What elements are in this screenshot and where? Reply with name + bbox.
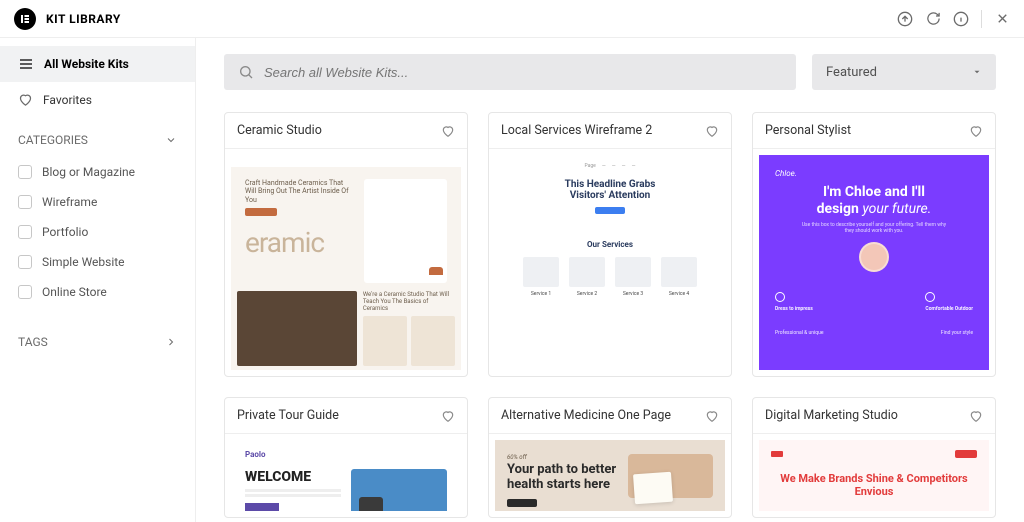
kit-title: Personal Stylist xyxy=(765,123,851,138)
avatar xyxy=(859,242,889,272)
checkbox[interactable] xyxy=(18,165,32,179)
filter-portfolio[interactable]: Portfolio xyxy=(0,217,195,247)
filter-simple[interactable]: Simple Website xyxy=(0,247,195,277)
kit-card[interactable]: Ceramic Studio Craft Handmade Ceramics T… xyxy=(224,112,468,377)
favorite-button[interactable] xyxy=(969,409,983,423)
kit-title: Private Tour Guide xyxy=(237,408,339,423)
checkbox[interactable] xyxy=(18,225,32,239)
info-icon[interactable] xyxy=(953,11,969,27)
caret-down-icon xyxy=(972,67,982,77)
kit-preview: Chloe. I'm Chloe and I'lldesign your fut… xyxy=(759,155,989,370)
section-label: CATEGORIES xyxy=(18,133,88,147)
favorite-button[interactable] xyxy=(705,124,719,138)
search-icon xyxy=(238,64,254,80)
kit-preview: Paolo WELCOME xyxy=(231,440,461,511)
kit-title: Ceramic Studio xyxy=(237,123,322,138)
kit-card[interactable]: Local Services Wireframe 2 Page———— This… xyxy=(488,112,732,377)
close-icon[interactable] xyxy=(994,11,1010,27)
upload-icon[interactable] xyxy=(897,11,913,27)
kit-card[interactable]: Alternative Medicine One Page 60% off Yo… xyxy=(488,397,732,518)
kit-title: Local Services Wireframe 2 xyxy=(501,123,652,138)
page-title: KIT LIBRARY xyxy=(46,12,121,26)
elementor-logo xyxy=(14,8,36,30)
checkbox[interactable] xyxy=(18,255,32,269)
checkbox[interactable] xyxy=(18,195,32,209)
categories-toggle[interactable]: CATEGORIES xyxy=(0,117,195,157)
chevron-down-icon xyxy=(165,134,177,146)
filter-store[interactable]: Online Store xyxy=(0,277,195,307)
filter-blog[interactable]: Blog or Magazine xyxy=(0,157,195,187)
sidebar-item-all[interactable]: All Website Kits xyxy=(0,46,195,82)
kit-preview: Craft Handmade Ceramics That Will Bring … xyxy=(231,155,461,370)
divider xyxy=(981,10,982,28)
favorite-button[interactable] xyxy=(705,409,719,423)
kit-preview: 60% off Your path to better health start… xyxy=(495,440,725,511)
sidebar-item-label: All Website Kits xyxy=(44,57,129,71)
sort-label: Featured xyxy=(826,65,877,80)
kit-title: Alternative Medicine One Page xyxy=(501,408,671,423)
kit-card[interactable]: Private Tour Guide Paolo WELCOME xyxy=(224,397,468,518)
kit-card[interactable]: Personal Stylist Chloe. I'm Chloe and I'… xyxy=(752,112,996,377)
search-box[interactable] xyxy=(224,54,796,90)
sort-dropdown[interactable]: Featured xyxy=(812,54,996,90)
kit-card[interactable]: Digital Marketing Studio We Make Brands … xyxy=(752,397,996,518)
heart-icon xyxy=(18,92,33,107)
search-input[interactable] xyxy=(264,65,782,80)
refresh-icon[interactable] xyxy=(925,11,941,27)
favorite-button[interactable] xyxy=(969,124,983,138)
sidebar-item-favorites[interactable]: Favorites xyxy=(0,82,195,117)
kit-preview: We Make Brands Shine & Competitors Envio… xyxy=(759,440,989,511)
sidebar: All Website Kits Favorites CATEGORIES Bl… xyxy=(0,38,196,522)
kit-title: Digital Marketing Studio xyxy=(765,408,898,423)
list-icon xyxy=(18,56,34,72)
kit-preview: Page———— This Headline Grabs Visitors' A… xyxy=(495,155,725,370)
tags-toggle[interactable]: TAGS xyxy=(0,319,195,359)
favorite-button[interactable] xyxy=(441,124,455,138)
filter-wireframe[interactable]: Wireframe xyxy=(0,187,195,217)
favorite-button[interactable] xyxy=(441,409,455,423)
sidebar-item-label: Favorites xyxy=(43,93,92,107)
checkbox[interactable] xyxy=(18,285,32,299)
section-label: TAGS xyxy=(18,335,48,349)
chevron-right-icon xyxy=(165,336,177,348)
